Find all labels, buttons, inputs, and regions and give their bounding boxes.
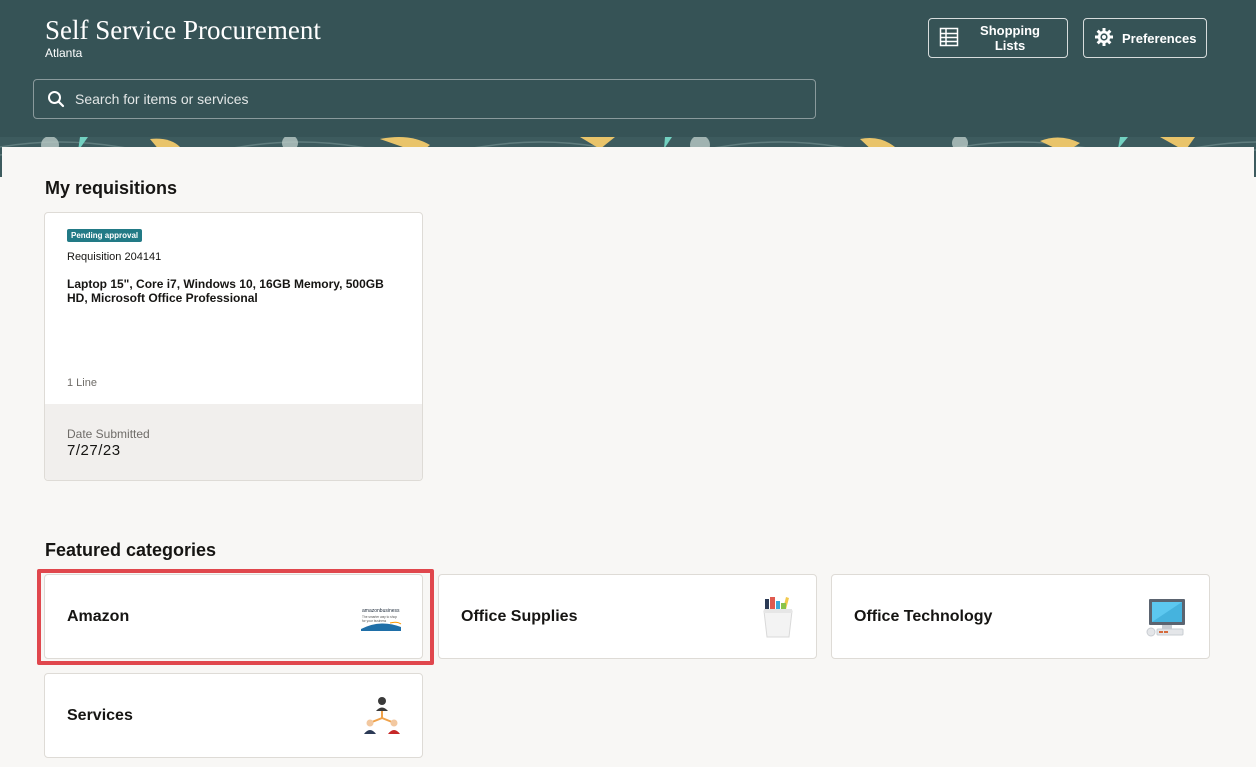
- requisition-number: Requisition 204141: [67, 251, 162, 263]
- gear-icon: [1094, 27, 1114, 50]
- search-icon[interactable]: [47, 90, 65, 108]
- computer-icon: [1145, 595, 1189, 644]
- date-submitted-value: 7/27/23: [67, 442, 121, 459]
- app-subtitle: Atlanta: [45, 46, 83, 60]
- requisition-description: Laptop 15", Core i7, Windows 10, 16GB Me…: [67, 277, 384, 305]
- app-header: Self Service Procurement Atlanta Shoppin…: [0, 0, 1256, 137]
- requisitions-title: My requisitions: [45, 178, 178, 198]
- preferences-label: Preferences: [1122, 30, 1197, 46]
- categories-title: Featured categories: [45, 540, 217, 560]
- amazon-logo-wordmark: amazonbusiness: [362, 608, 400, 614]
- status-badge: Pending approval: [67, 229, 143, 242]
- shopping-lists-label: Shopping Lists: [980, 23, 1040, 53]
- search-bar: [33, 79, 816, 119]
- pencil-cup-icon: [762, 593, 796, 644]
- category-card-services[interactable]: Services: [44, 673, 423, 758]
- search-input[interactable]: [75, 91, 775, 107]
- people-network-icon: [362, 696, 402, 741]
- amazon-logo-icon: amazonbusiness The smarter way to shop f…: [360, 605, 402, 636]
- list-grid-icon: [939, 27, 959, 50]
- category-label: Office Technology: [854, 608, 993, 625]
- category-label: Office Supplies: [461, 608, 578, 625]
- app-title: Self Service Procurement: [45, 15, 321, 45]
- date-submitted-label: Date Submitted: [67, 427, 150, 441]
- category-label: Amazon: [67, 608, 130, 625]
- category-card-office-supplies[interactable]: Office Supplies: [438, 574, 817, 659]
- shopping-lists-button[interactable]: Shopping Lists: [928, 18, 1068, 58]
- requisition-line-count: 1 Line: [67, 377, 97, 389]
- amazon-logo-tagline-2: for your business: [362, 619, 387, 623]
- preferences-button[interactable]: Preferences: [1083, 18, 1207, 58]
- requisition-card[interactable]: Pending approval Requisition 204141 Lapt…: [44, 212, 423, 481]
- requisition-footer: Date Submitted 7/27/23: [45, 404, 422, 480]
- category-card-amazon[interactable]: Amazon amazonbusiness The smarter way to…: [44, 574, 423, 659]
- category-label: Services: [67, 707, 133, 724]
- category-card-office-technology[interactable]: Office Technology: [831, 574, 1210, 659]
